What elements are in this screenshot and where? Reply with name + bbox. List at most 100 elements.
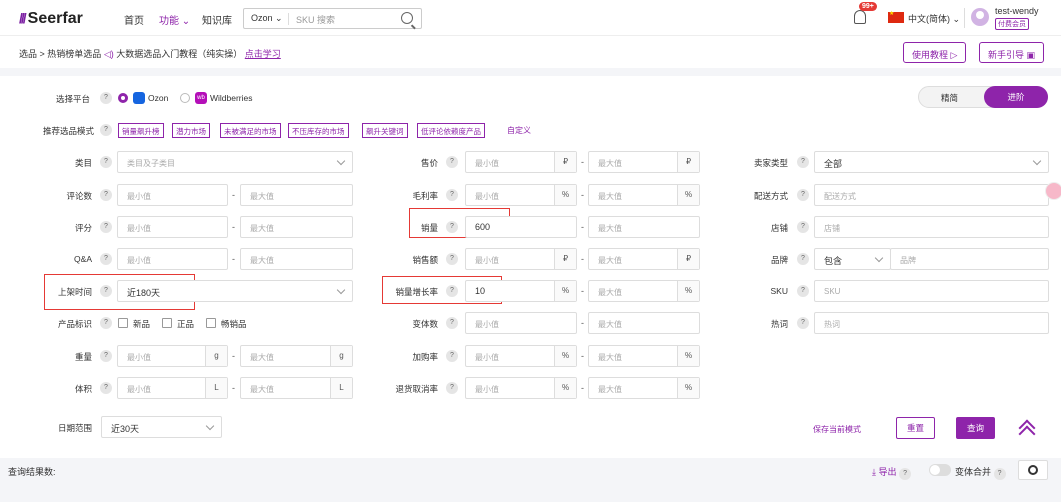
reset-button[interactable]: 重置 — [896, 417, 935, 439]
help-icon[interactable]: ? — [899, 468, 912, 480]
help-icon[interactable]: ? — [100, 124, 112, 136]
help-icon[interactable]: ? — [993, 468, 1006, 480]
seller-type-select[interactable]: 全部 — [814, 151, 1049, 173]
tag-sales-surge[interactable]: 销量飙升榜 — [118, 123, 164, 138]
help-icon[interactable]: ? — [446, 156, 458, 168]
listing-time-select[interactable]: 近180天 — [117, 280, 353, 302]
notification-bell-icon[interactable] — [854, 10, 866, 24]
learn-link[interactable]: 点击学习 — [245, 49, 281, 59]
revenue-max-input[interactable]: 最大值 ₽ — [588, 248, 700, 270]
collapse-chevron-up-icon[interactable] — [1018, 419, 1036, 443]
sales-growth-min-input[interactable]: 10% — [465, 280, 577, 302]
help-icon[interactable]: ? — [797, 253, 809, 265]
language-select[interactable]: 中文(简体) ⌄ — [908, 12, 960, 25]
logo[interactable]: ///Seerfar — [19, 10, 83, 28]
reviews-max-input[interactable]: 最大值 — [240, 184, 353, 206]
breadcrumb-root[interactable]: 选品 — [19, 49, 37, 59]
help-icon[interactable]: ? — [446, 285, 458, 297]
revenue-min-input[interactable]: 最小值 ₽ — [465, 248, 577, 270]
volume-min-input[interactable]: 最小值 L — [117, 377, 228, 399]
help-icon[interactable]: ? — [797, 285, 809, 297]
help-icon[interactable]: ? — [446, 253, 458, 265]
help-icon[interactable]: ? — [100, 221, 112, 233]
checkbox-new[interactable] — [118, 318, 128, 328]
category-select[interactable]: 类目及子类目 — [117, 151, 353, 173]
tag-no-stock-market[interactable]: 不压库存的市场 — [288, 123, 349, 138]
volume-max-input[interactable]: 最大值 L — [240, 377, 353, 399]
sku-input[interactable]: SKU — [814, 280, 1049, 302]
merge-variants-toggle[interactable] — [929, 464, 951, 476]
hotword-input[interactable]: 热词 — [814, 312, 1049, 334]
help-icon[interactable]: ? — [446, 350, 458, 362]
platform-wildberries-label[interactable]: Wildberries — [210, 93, 253, 103]
search-input[interactable]: SKU 搜索 — [296, 13, 335, 26]
weight-min-input[interactable]: 最小值 g — [117, 345, 228, 367]
qa-max-input[interactable]: 最大值 — [240, 248, 353, 270]
settings-button[interactable] — [1018, 460, 1048, 480]
mode-toggle[interactable]: 精简 进阶 — [918, 86, 1048, 108]
tag-potential-market[interactable]: 潜力市场 — [172, 123, 210, 138]
search-icon[interactable] — [401, 12, 413, 24]
date-range-select[interactable]: 近30天 — [101, 416, 222, 438]
radio-wildberries[interactable] — [180, 93, 190, 103]
help-icon[interactable]: ? — [797, 189, 809, 201]
brand-mode-select[interactable]: 包含 — [814, 248, 891, 270]
help-icon[interactable]: ? — [100, 285, 112, 297]
checkbox-genuine-label[interactable]: 正品 — [177, 318, 194, 330]
sku-search-box[interactable]: Ozon ⌄ SKU 搜索 — [243, 8, 422, 29]
help-icon[interactable]: ? — [446, 221, 458, 233]
help-icon[interactable]: ? — [446, 382, 458, 394]
variants-max-input[interactable]: 最大值 — [588, 312, 700, 334]
tag-unmet-market[interactable]: 未被满足的市场 — [220, 123, 281, 138]
export-button[interactable]: ⤓ 导出 ? — [872, 465, 912, 480]
guide-button[interactable]: 新手引导 ▣ — [979, 42, 1045, 63]
return-rate-max-input[interactable]: 最大值% — [588, 377, 700, 399]
weight-max-input[interactable]: 最大值 g — [240, 345, 353, 367]
checkbox-new-label[interactable]: 新品 — [133, 318, 150, 330]
gross-margin-max-input[interactable]: 最大值% — [588, 184, 700, 206]
nav-knowledge[interactable]: 知识库 — [202, 12, 232, 27]
checkbox-genuine[interactable] — [162, 318, 172, 328]
checkbox-bestseller[interactable] — [206, 318, 216, 328]
mode-simple[interactable]: 精简 — [941, 92, 958, 104]
help-icon[interactable]: ? — [100, 156, 112, 168]
price-max-input[interactable]: 最大值 ₽ — [588, 151, 700, 173]
nav-features[interactable]: 功能 ⌄ — [159, 12, 190, 27]
help-icon[interactable]: ? — [100, 382, 112, 394]
help-icon[interactable]: ? — [797, 156, 809, 168]
nav-home[interactable]: 首页 — [124, 12, 144, 27]
help-icon[interactable]: ? — [100, 350, 112, 362]
floating-assistant-icon[interactable] — [1045, 182, 1061, 200]
reviews-min-input[interactable]: 最小值 — [117, 184, 228, 206]
qa-min-input[interactable]: 最小值 — [117, 248, 228, 270]
help-icon[interactable]: ? — [446, 189, 458, 201]
help-icon[interactable]: ? — [797, 317, 809, 329]
tutorial-button[interactable]: 使用教程 ▷ — [903, 42, 967, 63]
query-button[interactable]: 查询 — [956, 417, 995, 439]
cart-rate-min-input[interactable]: 最小值% — [465, 345, 577, 367]
help-icon[interactable]: ? — [446, 317, 458, 329]
help-icon[interactable]: ? — [100, 317, 112, 329]
shop-input[interactable]: 店铺 — [814, 216, 1049, 238]
avatar[interactable] — [971, 8, 989, 26]
radio-ozon[interactable] — [118, 93, 128, 103]
mode-advanced[interactable]: 进阶 — [984, 86, 1048, 108]
help-icon[interactable]: ? — [100, 189, 112, 201]
help-icon[interactable]: ? — [100, 92, 112, 104]
search-platform-select[interactable]: Ozon ⌄ — [251, 13, 283, 24]
help-icon[interactable]: ? — [100, 253, 112, 265]
save-mode-link[interactable]: 保存当前模式 — [813, 424, 861, 435]
username[interactable]: test-wendy — [995, 6, 1039, 16]
tag-surge-keywords[interactable]: 飙升关键词 — [362, 123, 408, 138]
cart-rate-max-input[interactable]: 最大值% — [588, 345, 700, 367]
variants-min-input[interactable]: 最小值 — [465, 312, 577, 334]
rating-max-input[interactable]: 最大值 — [240, 216, 353, 238]
sales-max-input[interactable]: 最大值 — [588, 216, 700, 238]
custom-mode-link[interactable]: 自定义 — [507, 125, 531, 136]
return-rate-min-input[interactable]: 最小值% — [465, 377, 577, 399]
sales-min-input[interactable]: 600 — [465, 216, 577, 238]
tag-low-review-products[interactable]: 低评论依赖度产品 — [417, 123, 485, 138]
platform-ozon-label[interactable]: Ozon — [148, 93, 168, 103]
gross-margin-min-input[interactable]: 最小值% — [465, 184, 577, 206]
help-icon[interactable]: ? — [797, 221, 809, 233]
